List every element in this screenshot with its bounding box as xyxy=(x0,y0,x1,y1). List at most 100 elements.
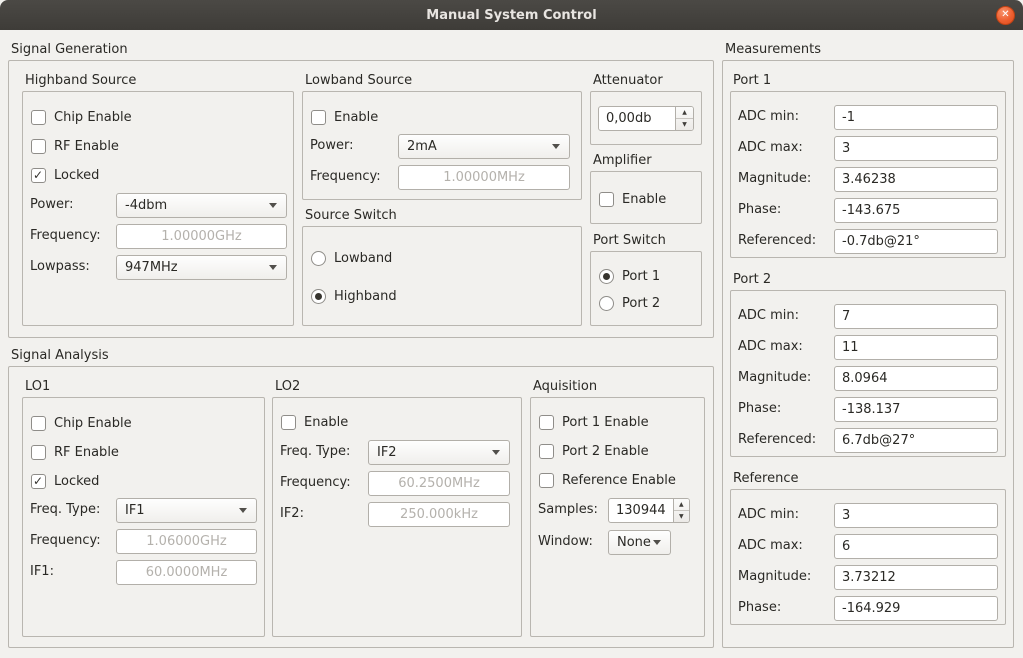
ref-adc-min-input[interactable] xyxy=(834,503,998,528)
lo2-frequency-label: Frequency: xyxy=(280,475,351,490)
lo2-freq-type-select[interactable]: IF2 xyxy=(368,440,510,465)
port1-adc-max-input[interactable] xyxy=(834,136,998,161)
ref-magnitude-label: Magnitude: xyxy=(738,569,811,584)
port2-referenced-label: Referenced: xyxy=(738,432,816,447)
highband-lowpass-select[interactable]: 947MHz xyxy=(116,255,287,280)
highband-frequency-input[interactable] xyxy=(116,224,287,249)
ref-adc-max-input[interactable] xyxy=(834,534,998,559)
lo2-if2-input[interactable] xyxy=(368,502,510,527)
port2-adc-max-input[interactable] xyxy=(834,335,998,360)
port1-adc-max-label: ADC max: xyxy=(738,140,803,155)
lo2-freq-type-label: Freq. Type: xyxy=(280,444,350,459)
measurements-title: Measurements xyxy=(725,42,821,57)
port-switch-port2-label: Port 2 xyxy=(622,296,660,311)
port1-magnitude-input[interactable] xyxy=(834,167,998,192)
spin-down-icon[interactable]: ▼ xyxy=(676,119,693,130)
attenuator-title: Attenuator xyxy=(593,73,663,88)
acquisition-group: Aquisition ✓ Port 1 Enable ✓ Port 2 Enab… xyxy=(530,379,705,637)
port2-phase-label: Phase: xyxy=(738,401,781,416)
port-switch-port1-row: Port 1 xyxy=(599,268,660,285)
lo1-rf-enable-checkbox[interactable]: ✓ xyxy=(31,445,46,460)
highband-lowpass-value: 947MHz xyxy=(125,260,269,275)
signal-generation-group: Signal Generation Highband Source ✓ Chip… xyxy=(8,42,714,338)
port1-referenced-input[interactable] xyxy=(834,229,998,254)
acq-port2-enable-label: Port 2 Enable xyxy=(562,444,649,459)
acq-samples-label: Samples: xyxy=(538,502,598,517)
highband-chip-enable-checkbox[interactable]: ✓ xyxy=(31,110,46,125)
acq-port2-enable-checkbox[interactable]: ✓ xyxy=(539,444,554,459)
lowband-enable-label: Enable xyxy=(334,110,378,125)
acq-samples-spinbox[interactable]: 130944 ▲ ▼ xyxy=(608,498,690,523)
lowband-enable-checkbox[interactable]: ✓ xyxy=(311,110,326,125)
port1-phase-input[interactable] xyxy=(834,198,998,223)
lo1-chip-enable-label: Chip Enable xyxy=(54,416,132,431)
window-title: Manual System Control xyxy=(426,8,596,23)
lo1-freq-type-select[interactable]: IF1 xyxy=(116,498,257,523)
amplifier-group: Amplifier ✓ Enable xyxy=(590,153,702,224)
acq-reference-enable-row: ✓ Reference Enable xyxy=(539,472,676,489)
highband-chip-enable-row: ✓ Chip Enable xyxy=(31,109,132,126)
port-switch-port1-radio[interactable] xyxy=(599,269,614,284)
port2-magnitude-input[interactable] xyxy=(834,366,998,391)
acq-port1-enable-checkbox[interactable]: ✓ xyxy=(539,415,554,430)
ref-magnitude-input[interactable] xyxy=(834,565,998,590)
port2-phase-input[interactable] xyxy=(834,397,998,422)
lo2-enable-checkbox[interactable]: ✓ xyxy=(281,415,296,430)
lowband-power-label: Power: xyxy=(310,138,353,153)
lowband-frequency-label: Frequency: xyxy=(310,169,381,184)
spin-down-icon[interactable]: ▼ xyxy=(674,511,689,522)
port2-referenced-input[interactable] xyxy=(834,428,998,453)
port-switch-port2-row: Port 2 xyxy=(599,295,660,312)
check-icon: ✓ xyxy=(33,474,43,488)
lowband-power-select[interactable]: 2mA xyxy=(398,134,570,159)
port-switch-title: Port Switch xyxy=(593,233,666,248)
port-switch-port2-radio[interactable] xyxy=(599,296,614,311)
measurements-port1-title: Port 1 xyxy=(733,73,771,88)
lo1-rf-enable-label: RF Enable xyxy=(54,445,119,460)
attenuator-group: Attenuator 0,00db ▲ ▼ xyxy=(590,73,702,145)
titlebar[interactable]: Manual System Control ✕ xyxy=(0,0,1023,30)
port2-adc-min-input[interactable] xyxy=(834,304,998,329)
ref-phase-input[interactable] xyxy=(834,596,998,621)
close-button[interactable]: ✕ xyxy=(996,6,1015,25)
lowband-power-value: 2mA xyxy=(407,139,552,154)
lo1-group: LO1 ✓ Chip Enable ✓ RF Enable ✓ Locked F… xyxy=(22,379,265,637)
highband-power-value: -4dbm xyxy=(125,198,269,213)
source-switch-group: Source Switch Lowband Highband xyxy=(302,208,582,326)
acq-reference-enable-checkbox[interactable]: ✓ xyxy=(539,473,554,488)
acq-window-select[interactable]: None xyxy=(608,530,671,555)
spin-up-icon[interactable]: ▲ xyxy=(676,107,693,119)
highband-locked-checkbox[interactable]: ✓ xyxy=(31,168,46,183)
port1-referenced-label: Referenced: xyxy=(738,233,816,248)
highband-rf-enable-label: RF Enable xyxy=(54,139,119,154)
lo1-locked-label: Locked xyxy=(54,474,99,489)
amplifier-title: Amplifier xyxy=(593,153,652,168)
source-switch-title: Source Switch xyxy=(305,208,397,223)
acq-samples-spin-buttons: ▲ ▼ xyxy=(673,499,689,522)
lo1-freq-type-label: Freq. Type: xyxy=(30,502,100,517)
source-switch-lowband-radio[interactable] xyxy=(311,251,326,266)
measurements-group: Measurements Port 1 ADC min: ADC max: Ma… xyxy=(722,42,1014,648)
port1-adc-min-label: ADC min: xyxy=(738,109,799,124)
lo1-title: LO1 xyxy=(25,379,50,394)
lowband-frequency-input[interactable] xyxy=(398,165,570,190)
port1-magnitude-label: Magnitude: xyxy=(738,171,811,186)
lo1-chip-enable-checkbox[interactable]: ✓ xyxy=(31,416,46,431)
attenuator-spinbox[interactable]: 0,00db ▲ ▼ xyxy=(598,106,694,131)
amplifier-enable-checkbox[interactable]: ✓ xyxy=(599,192,614,207)
lo2-frequency-input[interactable] xyxy=(368,471,510,496)
highband-power-select[interactable]: -4dbm xyxy=(116,193,287,218)
chevron-down-icon xyxy=(492,450,500,455)
port-switch-frame xyxy=(590,251,702,326)
source-switch-highband-radio[interactable] xyxy=(311,289,326,304)
spin-up-icon[interactable]: ▲ xyxy=(674,499,689,511)
port1-phase-label: Phase: xyxy=(738,202,781,217)
ref-adc-max-label: ADC max: xyxy=(738,538,803,553)
lo1-if1-input[interactable] xyxy=(116,560,257,585)
lo2-enable-row: ✓ Enable xyxy=(281,414,348,431)
highband-rf-enable-checkbox[interactable]: ✓ xyxy=(31,139,46,154)
lo1-locked-checkbox[interactable]: ✓ xyxy=(31,474,46,489)
port1-adc-min-input[interactable] xyxy=(834,105,998,130)
lo1-frequency-label: Frequency: xyxy=(30,533,101,548)
lo1-frequency-input[interactable] xyxy=(116,529,257,554)
